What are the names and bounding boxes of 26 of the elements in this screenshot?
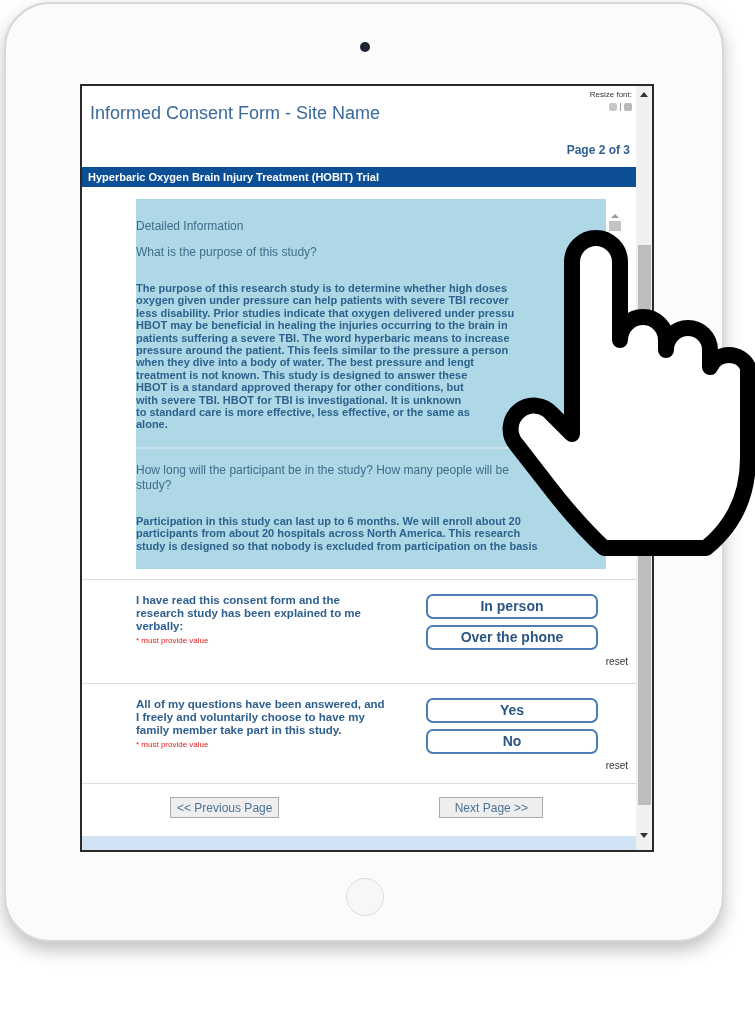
resize-font-label: Resize font:: [589, 90, 632, 99]
decrease-font-icon[interactable]: [624, 103, 632, 111]
scroll-down-icon[interactable]: [640, 833, 648, 838]
next-page-button[interactable]: Next Page >>: [439, 797, 544, 818]
question-prompt: I have read this consent form and the research study has been explained to me verbally:: [136, 594, 362, 633]
scroll-up-icon[interactable]: [640, 92, 648, 97]
previous-page-button[interactable]: << Previous Page: [170, 797, 280, 818]
increase-font-icon[interactable]: [609, 103, 617, 111]
form-title: Informed Consent Form - Site Name: [90, 102, 381, 125]
required-note: * must provide value: [136, 739, 210, 751]
reset-link[interactable]: reset: [605, 654, 628, 669]
answer-paragraph: The purpose of this research study is to determine whether high doses oxygen given under pressure can help patients with severe TBI recover less disability. Prior studies indicate that oxygen delivered under pressu HBOT may be beneficial in healing the injuries occurring to the brain in patients suffering a severe TBI. The word hyperbaric means to increase pressure around the patient. This feels similar to the pressure a person when they dive into a body of water. The best pressure and lengt treatment is not known. This study is designed to answer these HBOT is a standard approved therapy for other conditions, but with severe TBI. HBOT for TBI is investigational. It is unknown to standard care is more effective, less effective, or the same as alone.: [136, 282, 515, 431]
option-button[interactable]: No: [426, 729, 598, 754]
question-prompt: All of my questions have been answered, and I freely and voluntarily choose to have my family member take part in this study.: [136, 698, 386, 737]
page-indicator: Page 2 of 3: [566, 142, 630, 159]
question-text: How long will the participant be in the study? How many people will be study?: [136, 462, 509, 493]
question-text: What is the purpose of this study?: [136, 245, 317, 260]
option-button[interactable]: In person: [426, 594, 598, 619]
option-button[interactable]: Yes: [426, 698, 598, 723]
option-button[interactable]: Over the phone: [426, 625, 598, 650]
section-heading: Detailed Information: [136, 218, 245, 235]
reset-link[interactable]: reset: [605, 758, 628, 773]
answer-paragraph: Participation in this study can last up to 6 months. We will enroll about 20 participants from about 20 hospitals across North America. This research study is designed so that nobody is excluded from participation on the basis: [136, 514, 538, 553]
scroll-thumb[interactable]: [609, 221, 621, 231]
banner-text: Hyperbaric Oxygen Brain Injury Treatment (HOBIT) Trial: [88, 169, 379, 185]
required-note: * must provide value: [136, 635, 210, 647]
